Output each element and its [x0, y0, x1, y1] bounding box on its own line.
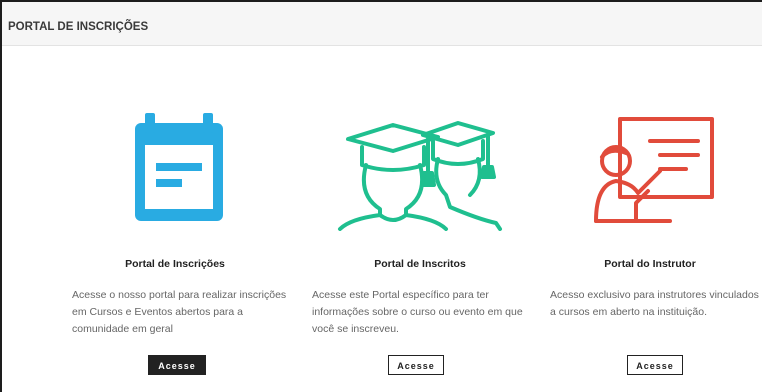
acesse-button-inscricoes[interactable]: Acesse: [148, 355, 206, 375]
card-portal-inscritos: Portal de Inscritos Acesse este Portal e…: [300, 45, 540, 392]
card-portal-instrutor: Portal do Instrutor Acesso exclusivo par…: [540, 45, 760, 392]
card-title: Portal do Instrutor: [604, 258, 696, 270]
acesse-button-instrutor[interactable]: Acesse: [627, 355, 683, 375]
card-description: Acesso exclusivo para instrutores vincul…: [550, 289, 759, 318]
instructor-icon: [594, 117, 714, 223]
instructor-icon-wrap: [540, 105, 760, 225]
acesse-button-inscritos[interactable]: Acesse: [388, 355, 444, 375]
card-portal-inscricoes: Portal de Inscrições Acesse o nosso port…: [60, 45, 290, 392]
card-description: Acesse este Portal específico para ter i…: [312, 289, 523, 335]
page-title: PORTAL DE INSCRIÇÕES: [8, 21, 149, 33]
calendar-icon: [135, 113, 223, 221]
card-title: Portal de Inscrições: [125, 258, 225, 270]
card-title: Portal de Inscritos: [374, 258, 466, 270]
card-description: Acesse o nosso portal para realizar insc…: [72, 289, 287, 335]
graduates-icon: [338, 121, 502, 231]
calendar-icon-wrap: [60, 105, 290, 225]
graduates-icon-wrap: [300, 105, 540, 231]
portal-header: PORTAL DE INSCRIÇÕES: [2, 2, 762, 46]
